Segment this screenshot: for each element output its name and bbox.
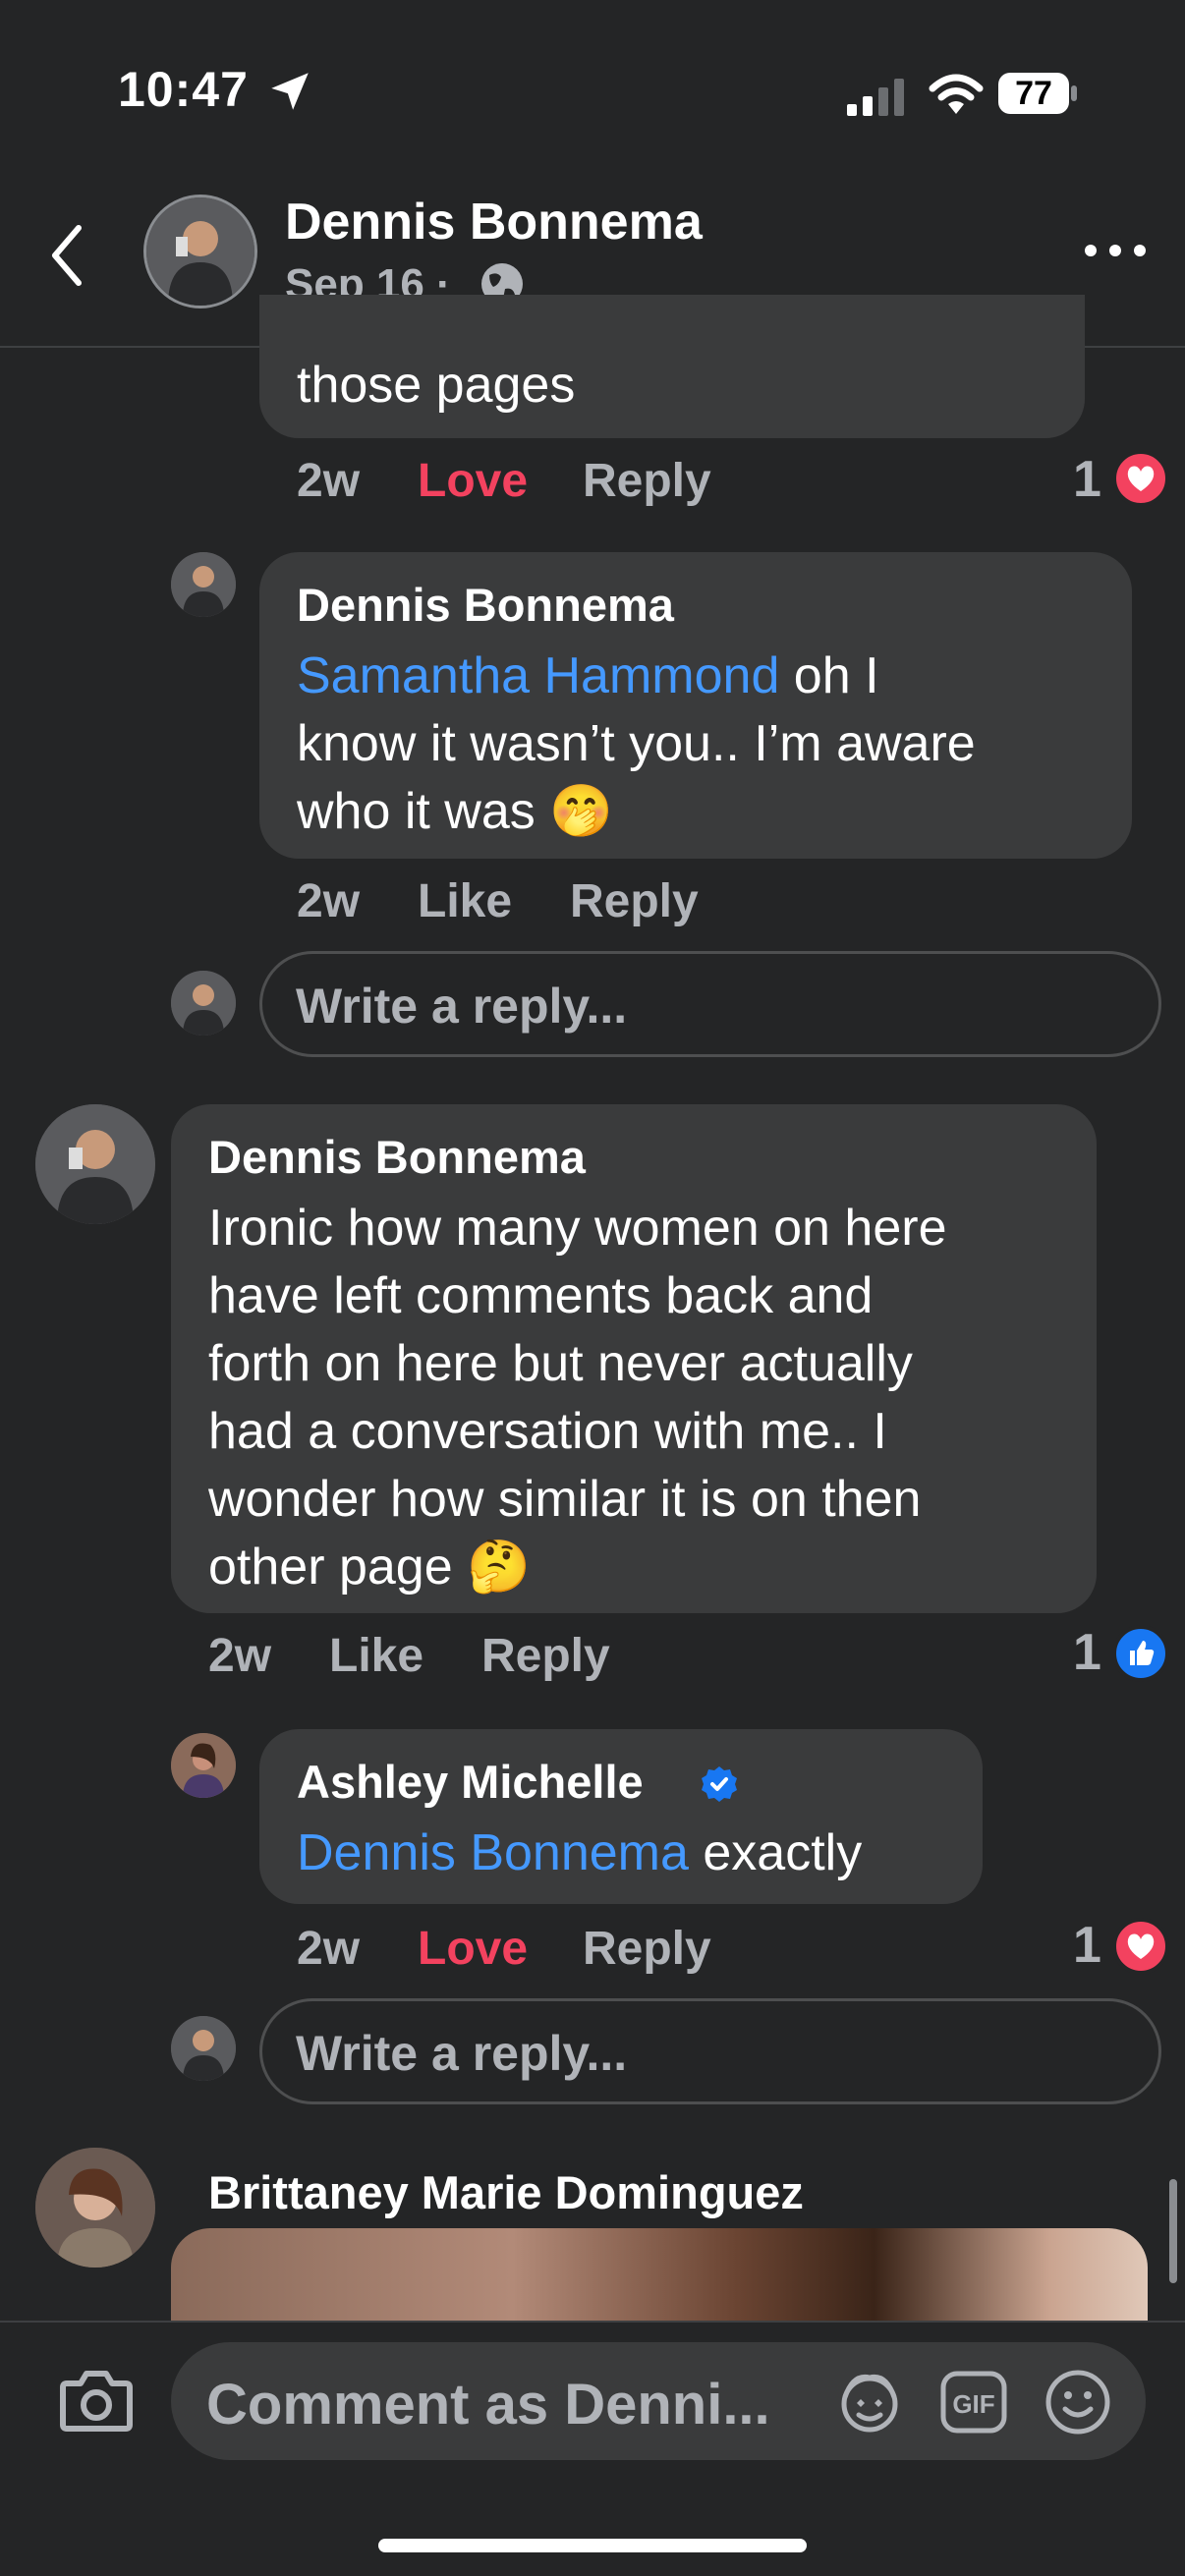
- reaction-count[interactable]: 1: [1073, 1623, 1101, 1682]
- reply-placeholder: Write a reply...: [296, 2026, 628, 2081]
- signal-icon: [847, 79, 904, 116]
- reply-button[interactable]: Reply: [583, 1922, 711, 1976]
- comment-time: 2w: [208, 1630, 272, 1682]
- svg-text:GIF: GIF: [952, 2389, 994, 2419]
- like-icon: [1112, 1625, 1169, 1682]
- comment-bubble: Dennis Bonnema Ironic how many women on …: [171, 1104, 1097, 1613]
- bottom-divider: [0, 2321, 1185, 2323]
- comment-image[interactable]: [171, 2228, 1148, 2321]
- emoji-icon[interactable]: [1044, 2368, 1112, 2436]
- comment-bubble: Dennis Bonnema Samantha Hammond oh I kno…: [259, 552, 1132, 859]
- verified-icon: [702, 1766, 737, 1802]
- avatar-sticker-icon[interactable]: [835, 2368, 904, 2436]
- write-reply-input[interactable]: Write a reply...: [259, 951, 1161, 1057]
- avatar: [171, 2016, 236, 2081]
- mention-link[interactable]: Samantha Hammond: [297, 647, 779, 704]
- comment-input[interactable]: Comment as Denni... GIF: [171, 2342, 1146, 2460]
- avatar[interactable]: [171, 552, 236, 617]
- love-button[interactable]: Love: [418, 454, 528, 508]
- comment-time: 2w: [297, 455, 361, 507]
- mention-link[interactable]: Dennis Bonnema: [297, 1824, 689, 1881]
- reaction-count[interactable]: 1: [1073, 450, 1101, 509]
- gif-icon[interactable]: GIF: [939, 2370, 1008, 2435]
- comment-placeholder: Comment as Denni...: [206, 2373, 770, 2436]
- comment-bubble: Ashley Michelle Dennis Bonnema exactly: [259, 1729, 983, 1904]
- battery-level: 77: [1015, 75, 1052, 112]
- comment-text: Samantha Hammond oh I know it wasn’t you…: [297, 647, 976, 840]
- love-button[interactable]: Love: [418, 1922, 528, 1976]
- heart-icon: [1112, 450, 1169, 507]
- back-icon[interactable]: [39, 216, 98, 295]
- reaction-count[interactable]: 1: [1073, 1916, 1101, 1975]
- comment-author[interactable]: Ashley Michelle: [297, 1755, 644, 1809]
- more-icon[interactable]: [1081, 236, 1150, 265]
- header-name[interactable]: Dennis Bonnema: [285, 193, 703, 252]
- comment-time: 2w: [297, 875, 361, 927]
- reply-button[interactable]: Reply: [583, 454, 711, 508]
- reply-placeholder: Write a reply...: [296, 979, 628, 1034]
- scrollbar[interactable]: [1169, 2179, 1177, 2283]
- like-button[interactable]: Like: [329, 1629, 423, 1683]
- avatar[interactable]: [171, 1733, 236, 1798]
- comment-author[interactable]: Dennis Bonnema: [297, 578, 674, 632]
- location-arrow-icon: [271, 73, 309, 110]
- avatar[interactable]: [35, 2148, 155, 2268]
- write-reply-input[interactable]: Write a reply...: [259, 1998, 1161, 2104]
- comment-author[interactable]: Dennis Bonnema: [208, 1130, 586, 1184]
- comment-time: 2w: [297, 1923, 361, 1975]
- home-indicator: [378, 2539, 807, 2552]
- reply-button[interactable]: Reply: [481, 1629, 610, 1683]
- comment-text: those pages: [297, 357, 576, 414]
- comment-author[interactable]: Brittaney Marie Dominguez: [208, 2165, 804, 2219]
- header-avatar[interactable]: [143, 195, 257, 308]
- like-button[interactable]: Like: [418, 874, 512, 928]
- heart-icon: [1112, 1918, 1169, 1975]
- status-time: 10:47: [118, 62, 249, 117]
- avatar: [171, 971, 236, 1036]
- comment-text: Dennis Bonnema exactly: [297, 1824, 863, 1881]
- reply-button[interactable]: Reply: [570, 874, 699, 928]
- camera-icon[interactable]: [59, 2368, 134, 2433]
- comment-bubble: those pages: [259, 295, 1085, 438]
- avatar[interactable]: [35, 1104, 155, 1224]
- comment-text: Ironic how many women on here have left …: [208, 1200, 947, 1596]
- wifi-icon: [929, 74, 984, 114]
- battery-icon: 77: [998, 73, 1077, 114]
